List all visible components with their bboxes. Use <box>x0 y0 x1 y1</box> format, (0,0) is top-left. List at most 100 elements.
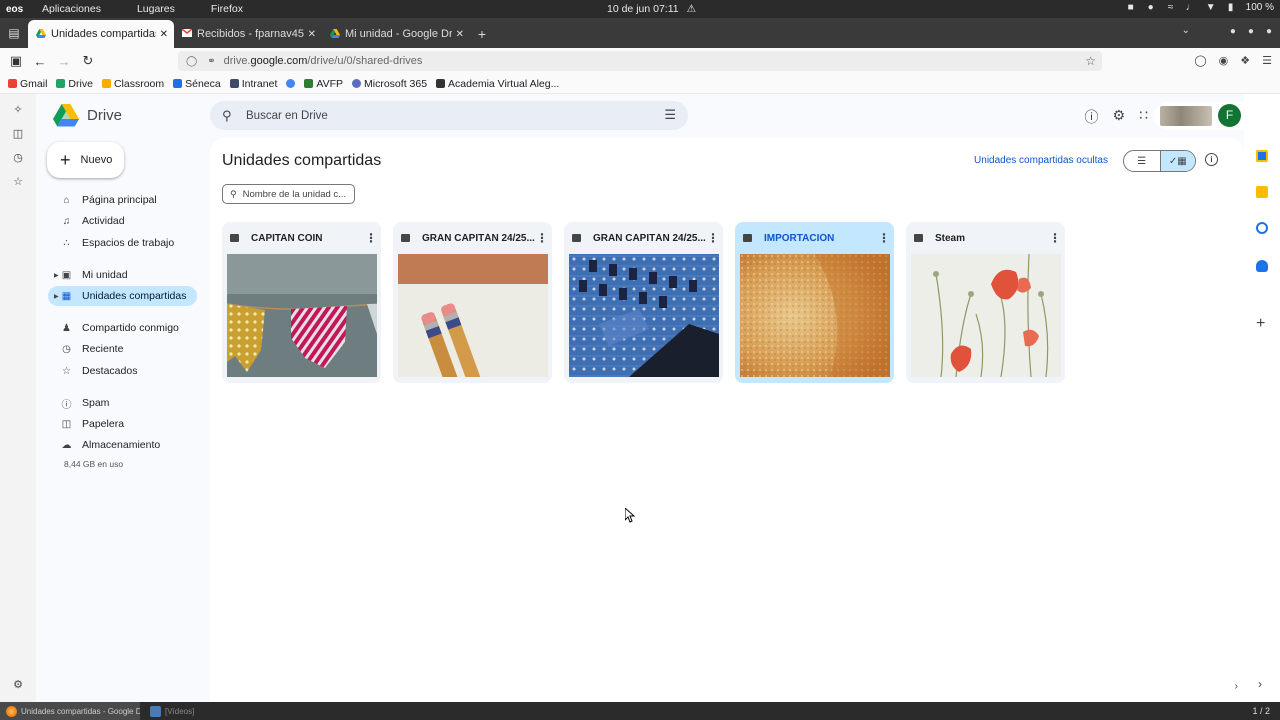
tab-overview-icon[interactable]: ▤ <box>0 18 28 48</box>
search-options-tune-icon[interactable]: ☰ <box>664 107 676 123</box>
bookmark-classroom[interactable]: Classroom <box>101 78 164 90</box>
shared-drive-card-gran-capitan-2[interactable]: GRAN CAPITÁN 24/25... ⋮ <box>564 222 723 383</box>
settings-gear-icon[interactable]: ⚙ <box>1113 107 1126 127</box>
history-icon[interactable]: ◷ <box>12 152 24 164</box>
bookmark-drive[interactable]: Drive <box>56 78 93 90</box>
hidden-shared-drives-link[interactable]: Unidades compartidas ocultas <box>974 155 1108 166</box>
taskbar-item-videos[interactable]: [Vídeos] <box>144 702 294 720</box>
sidebar-item-almacenamiento[interactable]: ☁ Almacenamiento <box>48 435 197 455</box>
os-logo[interactable]: eos <box>0 4 32 15</box>
drive-logo[interactable]: Drive <box>53 104 122 127</box>
list-tabs-chevron-icon[interactable]: ⌄ <box>1182 25 1190 36</box>
workspace-indicator[interactable]: 1 / 2 <box>1252 706 1270 716</box>
system-tray[interactable]: ■ ● ≈ ♩ ▼ ▮ 100 % <box>1126 2 1274 13</box>
more-actions-icon[interactable]: ⋮ <box>1049 231 1061 245</box>
sidebar-item-papelera[interactable]: ◫ Papelera <box>48 414 197 434</box>
sidebar-toggle-icon[interactable]: ▣ <box>4 53 28 69</box>
close-window-icon[interactable]: ● <box>1266 26 1272 37</box>
google-apps-grid-icon[interactable]: ∷ <box>1139 107 1148 127</box>
sidebar-item-compartido-conmigo[interactable]: ♟ Compartido conmigo <box>48 318 197 338</box>
close-tab-icon[interactable]: ✕ <box>160 29 168 40</box>
google-drive-app: Drive ⚲ Buscar en Drive ☰ ⓘ ⚙ ∷ F + Nuev… <box>36 94 1244 702</box>
bookmark-academia-virtual[interactable]: Academia Virtual Aleg... <box>436 78 559 90</box>
bookmark-globe[interactable] <box>286 79 296 88</box>
tab-mi-unidad[interactable]: Mi unidad - Google Drive ✕ <box>322 20 470 48</box>
tab-recibidos[interactable]: Recibidos - fparnav450@ ✕ <box>174 20 322 48</box>
keep-icon[interactable] <box>1256 186 1268 198</box>
people-icon: ♟ <box>62 322 71 334</box>
avatar[interactable]: F <box>1218 104 1241 127</box>
sidebar-item-reciente[interactable]: ◷ Reciente <box>48 339 197 359</box>
sidebar-item-unidades-compartidas[interactable]: ▶ ▦ Unidades compartidas <box>48 286 197 306</box>
contacts-icon[interactable] <box>1256 260 1268 272</box>
shared-drive-card-steam[interactable]: Steam ⋮ <box>906 222 1065 383</box>
os-menu-firefox[interactable]: Firefox <box>211 3 243 15</box>
tasks-icon[interactable] <box>1256 222 1268 234</box>
back-button[interactable]: ← <box>28 54 52 69</box>
expand-caret-icon[interactable]: ▶ <box>54 293 59 300</box>
shared-drive-name-filter[interactable]: ⚲ Nombre de la unidad c... <box>222 184 355 204</box>
help-icon[interactable]: ⓘ <box>1085 107 1099 127</box>
more-actions-icon[interactable]: ⋮ <box>365 231 377 245</box>
bookmark-gmail[interactable]: Gmail <box>8 78 47 90</box>
taskbar-item-firefox[interactable]: Unidades compartidas - Google D... <box>0 702 140 720</box>
expand-side-panel-chevron-icon[interactable]: › <box>1235 681 1238 692</box>
more-actions-icon[interactable]: ⋮ <box>878 231 890 245</box>
get-addons-plus-icon[interactable]: + <box>1256 316 1265 332</box>
info-icon[interactable]: i <box>1205 153 1218 166</box>
sidebar-item-espacios-de-trabajo[interactable]: ∴ Espacios de trabajo <box>48 233 197 253</box>
os-clock[interactable]: 10 de jun 07:11 ⚠ <box>607 3 696 15</box>
shared-drive-card-capitan-coin[interactable]: CAPITAN COIN ⋮ <box>222 222 381 383</box>
reload-button[interactable]: ↻ <box>76 53 100 69</box>
close-tab-icon[interactable]: ✕ <box>456 29 464 40</box>
os-menu-aplicaciones[interactable]: Aplicaciones <box>42 3 101 15</box>
synced-tabs-icon[interactable]: ◫ <box>12 128 24 140</box>
search-icon[interactable]: ⚲ <box>222 108 236 124</box>
bookmarks-star-icon[interactable]: ☆ <box>12 176 24 188</box>
close-tab-icon[interactable]: ✕ <box>308 29 316 40</box>
sidebar-item-spam[interactable]: ⓘ Spam <box>48 393 197 413</box>
battery-icon[interactable]: ▮ <box>1226 2 1236 13</box>
forward-button[interactable]: → <box>52 54 76 69</box>
more-actions-icon[interactable]: ⋮ <box>536 231 548 245</box>
expand-caret-icon[interactable]: ▶ <box>54 272 59 279</box>
minimize-icon[interactable]: ● <box>1230 26 1236 37</box>
more-actions-icon[interactable]: ⋮ <box>707 231 719 245</box>
maximize-icon[interactable]: ● <box>1248 26 1254 37</box>
address-bar[interactable]: ◯ ⚭ drive. google.com/drive/u/0/shared-dr… <box>178 51 1102 71</box>
show-side-panel-chevron-icon[interactable]: › <box>1258 677 1262 691</box>
tab-unidades-compartidas[interactable]: Unidades compartidas - G ✕ <box>28 20 174 48</box>
sidebar-item-mi-unidad[interactable]: ▶ ▣ Mi unidad <box>48 265 197 285</box>
os-menu-lugares[interactable]: Lugares <box>137 3 175 15</box>
bookmark-star-icon[interactable]: ☆ <box>1085 54 1096 68</box>
bookmark-microsoft-365[interactable]: Microsoft 365 <box>352 78 427 90</box>
ai-chat-icon[interactable]: ✧ <box>12 104 24 116</box>
microphone-icon[interactable]: ▼ <box>1206 2 1216 13</box>
grid-view-button[interactable]: ✓▦ <box>1159 151 1195 171</box>
bookmark-seneca[interactable]: Séneca <box>173 78 221 90</box>
sidebar-item-label: Destacados <box>82 365 138 377</box>
shared-drive-card-gran-capitan-1[interactable]: GRAN CAPITÁN 24/25... ⋮ <box>393 222 552 383</box>
sidebar-item-actividad[interactable]: ♫ Actividad <box>48 211 197 231</box>
indicator-icon[interactable]: ■ <box>1126 2 1136 13</box>
volume-icon[interactable]: ♩ <box>1186 2 1196 13</box>
menu-icon[interactable]: ☰ <box>1262 54 1272 67</box>
extensions-icon[interactable]: ❖ <box>1240 54 1250 67</box>
account-icon[interactable]: ◉ <box>1219 54 1229 67</box>
sidebar-item-pagina-principal[interactable]: ⌂ Página principal <box>48 190 197 210</box>
user-icon[interactable]: ● <box>1146 2 1156 13</box>
new-tab-button[interactable]: + <box>470 20 494 48</box>
bookmark-avfp[interactable]: AVFP <box>304 78 343 90</box>
bookmark-intranet[interactable]: Intranet <box>229 78 277 90</box>
pocket-icon[interactable]: ◯ <box>1194 54 1206 67</box>
sidebar-item-destacados[interactable]: ☆ Destacados <box>48 361 197 381</box>
wifi-icon[interactable]: ≈ <box>1166 2 1176 13</box>
site-info-icon[interactable]: ◯ <box>186 56 197 67</box>
drive-search-input[interactable]: ⚲ Buscar en Drive ☰ <box>210 101 688 130</box>
shared-drive-card-importacion[interactable]: IMPORTACIÓN ⋮ <box>735 222 894 383</box>
customize-sidebar-gear-icon[interactable]: ⚙ <box>12 679 24 691</box>
list-view-button[interactable]: ☰ <box>1124 151 1160 171</box>
calendar-icon[interactable] <box>1256 150 1268 162</box>
account-area[interactable]: F <box>1154 102 1244 130</box>
new-button[interactable]: + Nuevo <box>47 142 124 178</box>
